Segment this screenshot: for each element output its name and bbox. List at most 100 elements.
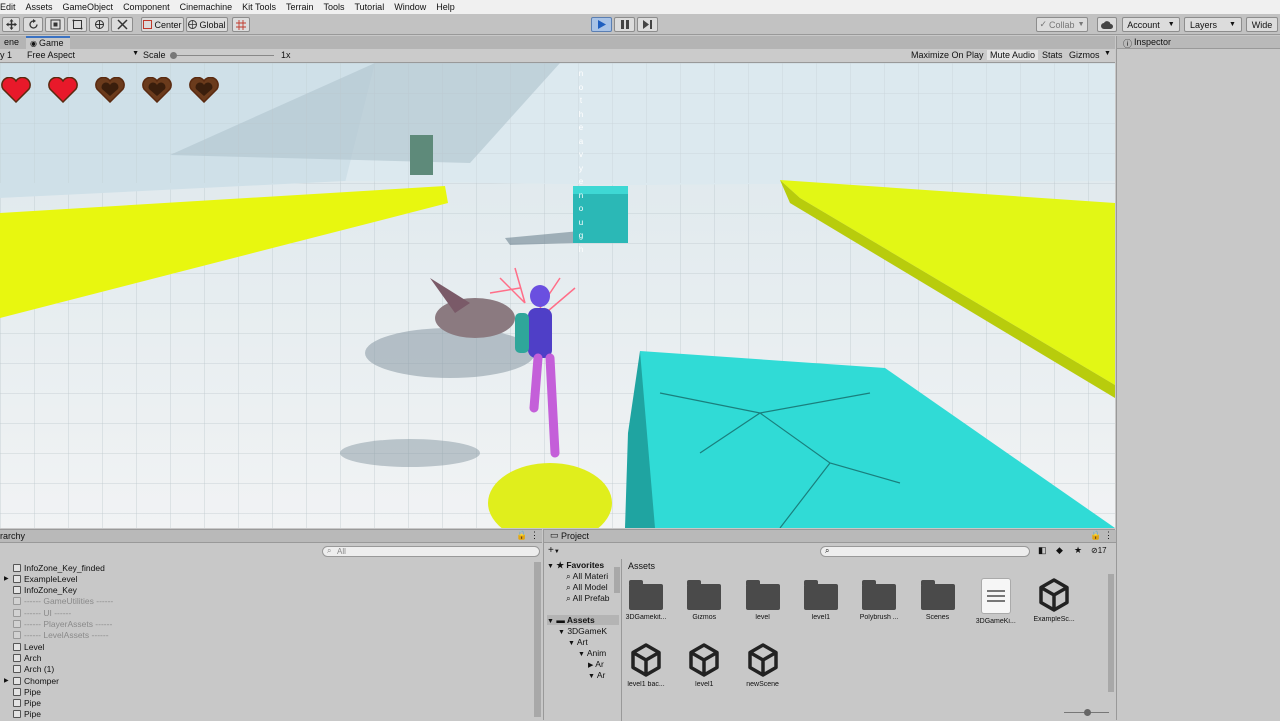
maximize-on-play-toggle[interactable]: Maximize On Play xyxy=(911,50,984,60)
lock-icon[interactable]: 🔒 xyxy=(516,530,527,541)
pause-icon xyxy=(620,20,629,29)
hierarchy-item[interactable]: Pipe xyxy=(4,698,41,709)
game-viewport[interactable]: n o t h e a v y e n o u g h xyxy=(0,63,1115,528)
eye-slash-icon: ⊘ xyxy=(1091,546,1098,555)
filter-type-icon[interactable]: ◧ xyxy=(1038,545,1047,556)
create-button[interactable]: +▼ xyxy=(548,545,560,556)
space-global-button[interactable]: Global xyxy=(186,17,228,32)
icon-size-slider[interactable] xyxy=(1064,709,1109,716)
transform-tool-button[interactable] xyxy=(89,17,109,32)
pause-button[interactable] xyxy=(614,17,635,32)
menu-icon[interactable]: ⋮ xyxy=(1104,530,1113,541)
star-icon[interactable]: ★ xyxy=(1074,545,1082,556)
favorite-item[interactable]: ⌕ All Model xyxy=(566,582,608,593)
scale-slider-thumb[interactable] xyxy=(170,52,177,59)
collab-button[interactable]: ✓ Collab ▼ xyxy=(1036,17,1088,32)
asset-item[interactable]: ExampleSc... xyxy=(1024,578,1084,623)
hierarchy-item[interactable]: Level xyxy=(4,641,44,652)
favorites-node[interactable]: ▼ ★ Favorites xyxy=(547,560,604,571)
cloud-button[interactable] xyxy=(1097,17,1117,32)
tab-inspector[interactable]: Inspector xyxy=(1134,37,1171,47)
asset-item[interactable]: Scenes xyxy=(908,578,968,621)
tab-hierarchy[interactable]: rarchy xyxy=(0,531,25,541)
search-placeholder: All xyxy=(337,547,346,556)
menu-terrain[interactable]: Terrain xyxy=(286,2,314,12)
stats-toggle[interactable]: Stats xyxy=(1042,50,1063,60)
tab-scene[interactable]: ene xyxy=(0,36,23,49)
menu-icon[interactable]: ⋮ xyxy=(530,530,539,541)
chevron-right-icon[interactable]: ▶ xyxy=(4,575,13,582)
hierarchy-search-input[interactable]: ⌕ All xyxy=(322,546,540,557)
tree-folder[interactable]: ▼ Ar xyxy=(588,670,605,680)
gizmos-toggle[interactable]: Gizmos xyxy=(1069,50,1100,60)
move-tool-button[interactable] xyxy=(2,17,20,32)
hierarchy-item[interactable]: Arch (1) xyxy=(4,664,54,675)
gameobject-icon xyxy=(13,563,21,572)
asset-item[interactable]: 3DGameKi... xyxy=(966,578,1026,625)
asset-item[interactable]: level1 bac... xyxy=(616,643,676,688)
hierarchy-scrollbar[interactable] xyxy=(534,562,541,717)
tree-folder[interactable]: ▶ Ar xyxy=(588,659,604,669)
display-dropdown[interactable]: y 1 xyxy=(0,50,12,60)
hierarchy-item[interactable]: InfoZone_Key_finded xyxy=(4,562,105,573)
account-dropdown[interactable]: Account ▼ xyxy=(1122,17,1180,32)
asset-item[interactable]: level1 xyxy=(674,643,734,688)
folder-icon xyxy=(687,580,722,610)
asset-item[interactable]: Polybrush ... xyxy=(849,578,909,621)
favorite-item[interactable]: ⌕ All Materi xyxy=(566,571,608,582)
asset-scrollbar[interactable] xyxy=(1108,574,1114,692)
icon-size-thumb[interactable] xyxy=(1084,709,1091,716)
filter-label-icon[interactable]: ◆ xyxy=(1056,545,1063,556)
menu-kit-tools[interactable]: Kit Tools xyxy=(242,2,276,12)
menu-component[interactable]: Component xyxy=(123,2,170,12)
hierarchy-item[interactable]: ▶ Chomper xyxy=(4,675,59,686)
hierarchy-item[interactable]: InfoZone_Key xyxy=(4,585,77,596)
hierarchy-item[interactable]: ▶ ExampleLevel xyxy=(4,573,77,584)
menu-help[interactable]: Help xyxy=(436,2,455,12)
asset-item[interactable]: level1 xyxy=(791,578,851,621)
tree-folder[interactable]: ▼ Art xyxy=(568,637,588,647)
menu-gameobject[interactable]: GameObject xyxy=(63,2,114,12)
lock-icon[interactable]: 🔒 xyxy=(1090,530,1101,541)
asset-item[interactable]: 3DGamekit... xyxy=(616,578,676,621)
aspect-dropdown[interactable]: Free Aspect ▼ xyxy=(27,50,139,60)
mute-audio-toggle[interactable]: Mute Audio xyxy=(987,50,1039,60)
menu-tutorial[interactable]: Tutorial xyxy=(355,2,385,12)
hierarchy-item[interactable]: ------ UI ------ xyxy=(4,607,71,618)
tree-folder[interactable]: ▼ Anim xyxy=(578,648,606,658)
hierarchy-item[interactable]: Pipe xyxy=(4,709,41,720)
menu-assets[interactable]: Assets xyxy=(26,2,53,12)
assets-node[interactable]: ▼ ▬ Assets xyxy=(547,615,619,625)
tree-folder[interactable]: ▼ 3DGameK xyxy=(558,626,607,636)
hierarchy-item[interactable]: ------ LevelAssets ------ xyxy=(4,630,109,641)
menu-tools[interactable]: Tools xyxy=(324,2,345,12)
pivot-center-button[interactable]: Center xyxy=(141,17,184,32)
project-search-input[interactable]: ⌕ xyxy=(820,546,1030,557)
asset-item[interactable]: level xyxy=(733,578,793,621)
menu-edit[interactable]: Edit xyxy=(0,2,16,12)
menu-cinemachine[interactable]: Cinemachine xyxy=(180,2,233,12)
menu-window[interactable]: Window xyxy=(394,2,426,12)
rect-tool-button[interactable] xyxy=(67,17,87,32)
hidden-packages-toggle[interactable]: ⊘17 xyxy=(1091,546,1107,555)
tab-game[interactable]: ◉ Game xyxy=(26,36,70,49)
hierarchy-item[interactable]: ------ PlayerAssets ------ xyxy=(4,619,112,630)
chevron-down-icon[interactable]: ▼ xyxy=(1104,50,1111,57)
favorite-item[interactable]: ⌕ All Prefab xyxy=(566,593,610,604)
asset-item[interactable]: Gizmos xyxy=(674,578,734,621)
scale-tool-button[interactable] xyxy=(45,17,65,32)
tab-project[interactable]: Project xyxy=(561,531,589,541)
chevron-right-icon[interactable]: ▶ xyxy=(4,677,13,684)
scale-slider-track[interactable] xyxy=(170,52,274,59)
hierarchy-item[interactable]: Pipe xyxy=(4,686,41,697)
asset-item[interactable]: newScene xyxy=(733,643,793,688)
step-button[interactable] xyxy=(637,17,658,32)
snap-button[interactable] xyxy=(232,17,250,32)
rotate-tool-button[interactable] xyxy=(23,17,43,32)
play-button[interactable] xyxy=(591,17,612,32)
custom-tool-button[interactable] xyxy=(111,17,133,32)
layout-dropdown[interactable]: Wide xyxy=(1246,17,1278,32)
layers-dropdown[interactable]: Layers ▼ xyxy=(1184,17,1242,32)
hierarchy-item[interactable]: ------ GameUtilities ------ xyxy=(4,596,113,607)
hierarchy-item[interactable]: Arch xyxy=(4,652,41,663)
